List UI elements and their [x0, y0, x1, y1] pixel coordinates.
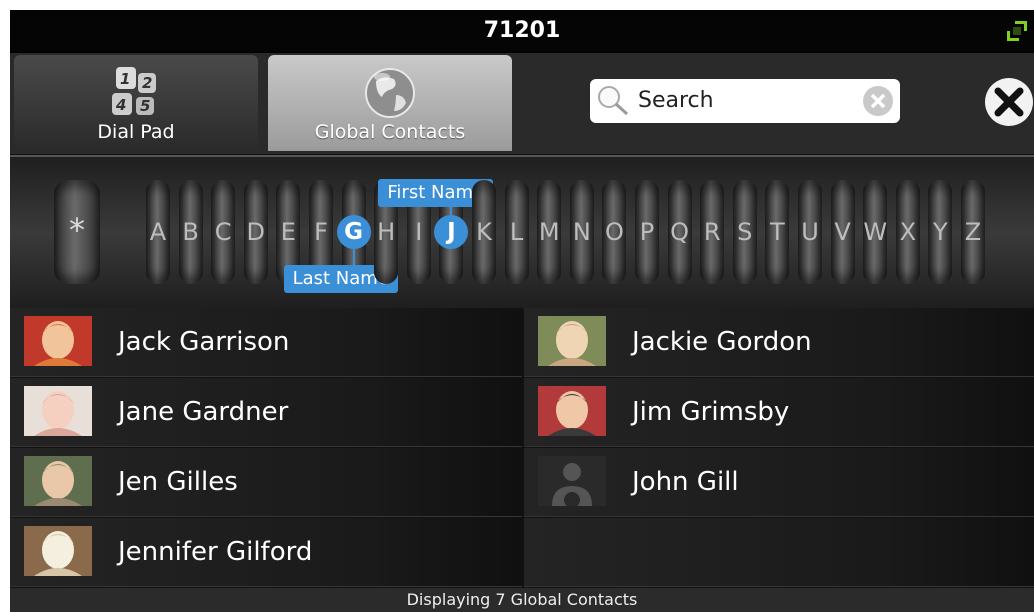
tab-area: 1 2 4 5 Dial Pad Global Contacts Search [10, 53, 1034, 154]
app-screen: 71201 1 2 4 5 Dial Pad Global Contacts S… [10, 10, 1034, 612]
avatar [538, 386, 606, 436]
letter-u[interactable]: U [794, 215, 826, 249]
letter-e[interactable]: E [272, 215, 304, 249]
tab-global-contacts-label: Global Contacts [314, 121, 466, 143]
avatar [538, 316, 606, 366]
letter-c[interactable]: C [207, 215, 239, 249]
svg-text:5: 5 [140, 97, 150, 115]
svg-text:4: 4 [115, 96, 126, 114]
tab-dial-pad-label: Dial Pad [97, 121, 175, 143]
top-bar: 71201 [10, 10, 1034, 53]
alphabet-index-bar: * A B C D E F G Last Name H I J First Name K L M N O P Q R S… [10, 155, 1034, 309]
last-name-selected-letter[interactable]: G [336, 215, 371, 249]
first-name-callout-line [450, 207, 453, 217]
contact-row[interactable]: John Gill [524, 448, 1034, 517]
status-text: Displaying 7 Global Contacts [406, 590, 638, 609]
letter-i[interactable]: I [403, 215, 435, 249]
svg-text:2: 2 [142, 74, 152, 92]
search-icon [598, 86, 629, 116]
clear-search-icon[interactable] [862, 85, 894, 117]
contact-name: Jack Garrison [118, 327, 290, 357]
letter-k[interactable]: K [468, 215, 500, 249]
empty-row [524, 518, 1034, 587]
letter-r[interactable]: R [696, 215, 728, 249]
avatar [24, 316, 92, 366]
first-name-selected-letter[interactable]: J [434, 215, 469, 249]
search-input[interactable]: Search [590, 79, 900, 123]
contact-name: Jackie Gordon [632, 327, 812, 357]
avatar [24, 526, 92, 576]
letter-m[interactable]: M [533, 215, 565, 249]
last-name-callout-line [352, 249, 355, 265]
special-key[interactable]: * [54, 213, 100, 247]
status-bar: Displaying 7 Global Contacts [10, 588, 1034, 612]
contact-list: Jack Garrison Jackie Gordon Jane Gardner Ji… [10, 308, 1034, 588]
contact-row[interactable]: Jim Grimsby [524, 378, 1034, 447]
letter-w[interactable]: W [859, 215, 891, 249]
contact-row[interactable]: Jack Garrison [10, 308, 522, 377]
letter-n[interactable]: N [566, 215, 598, 249]
contact-row[interactable]: Jackie Gordon [524, 308, 1034, 377]
contact-name: Jennifer Gilford [118, 537, 313, 567]
tab-global-contacts[interactable]: Global Contacts [268, 55, 512, 151]
globe-icon [365, 68, 415, 118]
letter-p[interactable]: P [631, 215, 663, 249]
letter-v[interactable]: V [827, 215, 859, 249]
contact-row[interactable]: Jane Gardner [10, 378, 522, 447]
letter-l[interactable]: L [501, 215, 533, 249]
contact-row[interactable]: Jen Gilles [10, 448, 522, 517]
letter-f[interactable]: F [305, 215, 337, 249]
expand-icon[interactable] [1006, 20, 1028, 42]
avatar [24, 456, 92, 506]
contact-name: John Gill [632, 467, 739, 497]
close-button[interactable] [984, 77, 1034, 127]
letter-t[interactable]: T [761, 215, 793, 249]
avatar [24, 386, 92, 436]
search-placeholder: Search [638, 88, 714, 113]
dialpad-icon: 1 2 4 5 [112, 67, 156, 115]
letter-s[interactable]: S [729, 215, 761, 249]
letter-y[interactable]: Y [924, 215, 956, 249]
svg-text:1: 1 [120, 70, 130, 88]
window-title: 71201 [483, 18, 561, 43]
letter-a[interactable]: A [142, 215, 174, 249]
contact-name: Jim Grimsby [632, 397, 790, 427]
letter-d[interactable]: D [240, 215, 272, 249]
letter-b[interactable]: B [175, 215, 207, 249]
tab-dial-pad[interactable]: 1 2 4 5 Dial Pad [14, 55, 258, 151]
contact-name: Jane Gardner [118, 397, 289, 427]
letter-z[interactable]: Z [957, 215, 989, 249]
contact-name: Jen Gilles [118, 467, 238, 497]
default-avatar-icon [538, 456, 606, 506]
letter-o[interactable]: O [598, 215, 630, 249]
letter-x[interactable]: X [892, 215, 924, 249]
contact-row[interactable]: Jennifer Gilford [10, 518, 522, 587]
letter-q[interactable]: Q [664, 215, 696, 249]
letter-h[interactable]: H [370, 215, 402, 249]
